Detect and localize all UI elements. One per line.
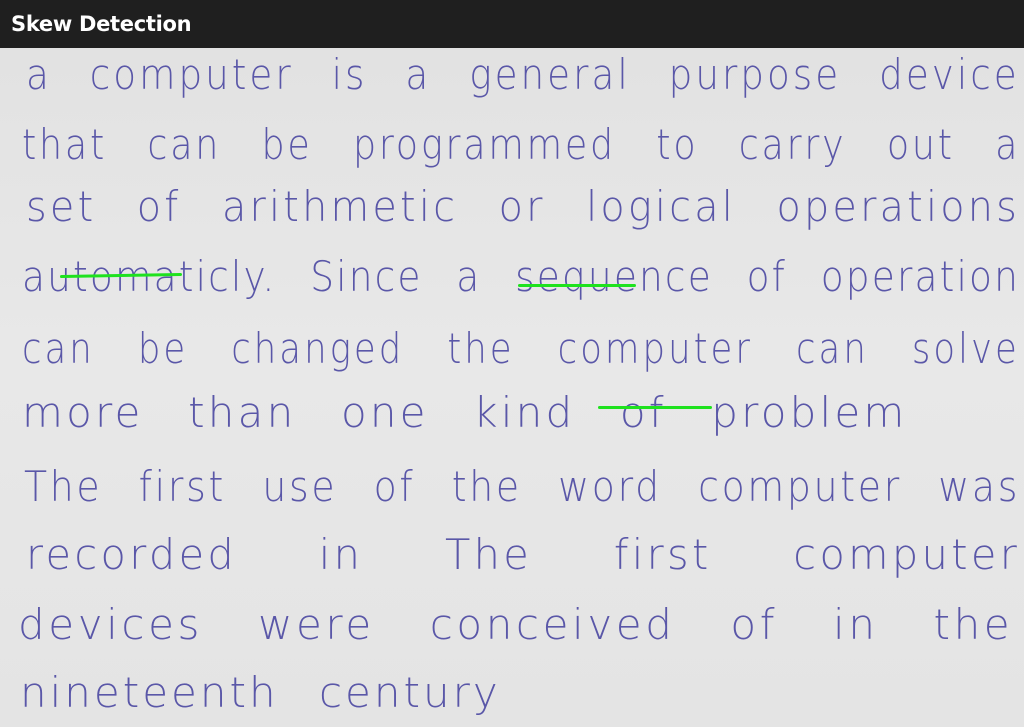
text-line-7: The first use of the word computer was [24, 462, 1021, 511]
text-line-5: can be changed the computer can solve [22, 324, 1020, 373]
text-line-2: that can be programmed to carry out a [22, 120, 1021, 169]
text-line-6: more than one kind of problem [22, 388, 908, 437]
skew-detection-window: Skew Detection a computer is a general p… [0, 0, 1024, 727]
text-line-4: automaticly. Since a sequence of operati… [22, 252, 1021, 301]
strike-mark-sequence [518, 284, 636, 287]
window-title: Skew Detection [0, 0, 1024, 48]
handwritten-text-image: a computer is a general purpose device t… [0, 48, 1024, 727]
text-line-9: devices were conceived of in the [18, 600, 1014, 649]
text-line-1: a computer is a general purpose device [26, 50, 1020, 99]
strike-mark-problem [598, 406, 712, 409]
text-line-3: set of arithmetic or logical operations [26, 182, 1021, 231]
text-line-8: recorded in The first computer [26, 530, 1021, 579]
text-line-10: nineteenth century [20, 668, 501, 717]
